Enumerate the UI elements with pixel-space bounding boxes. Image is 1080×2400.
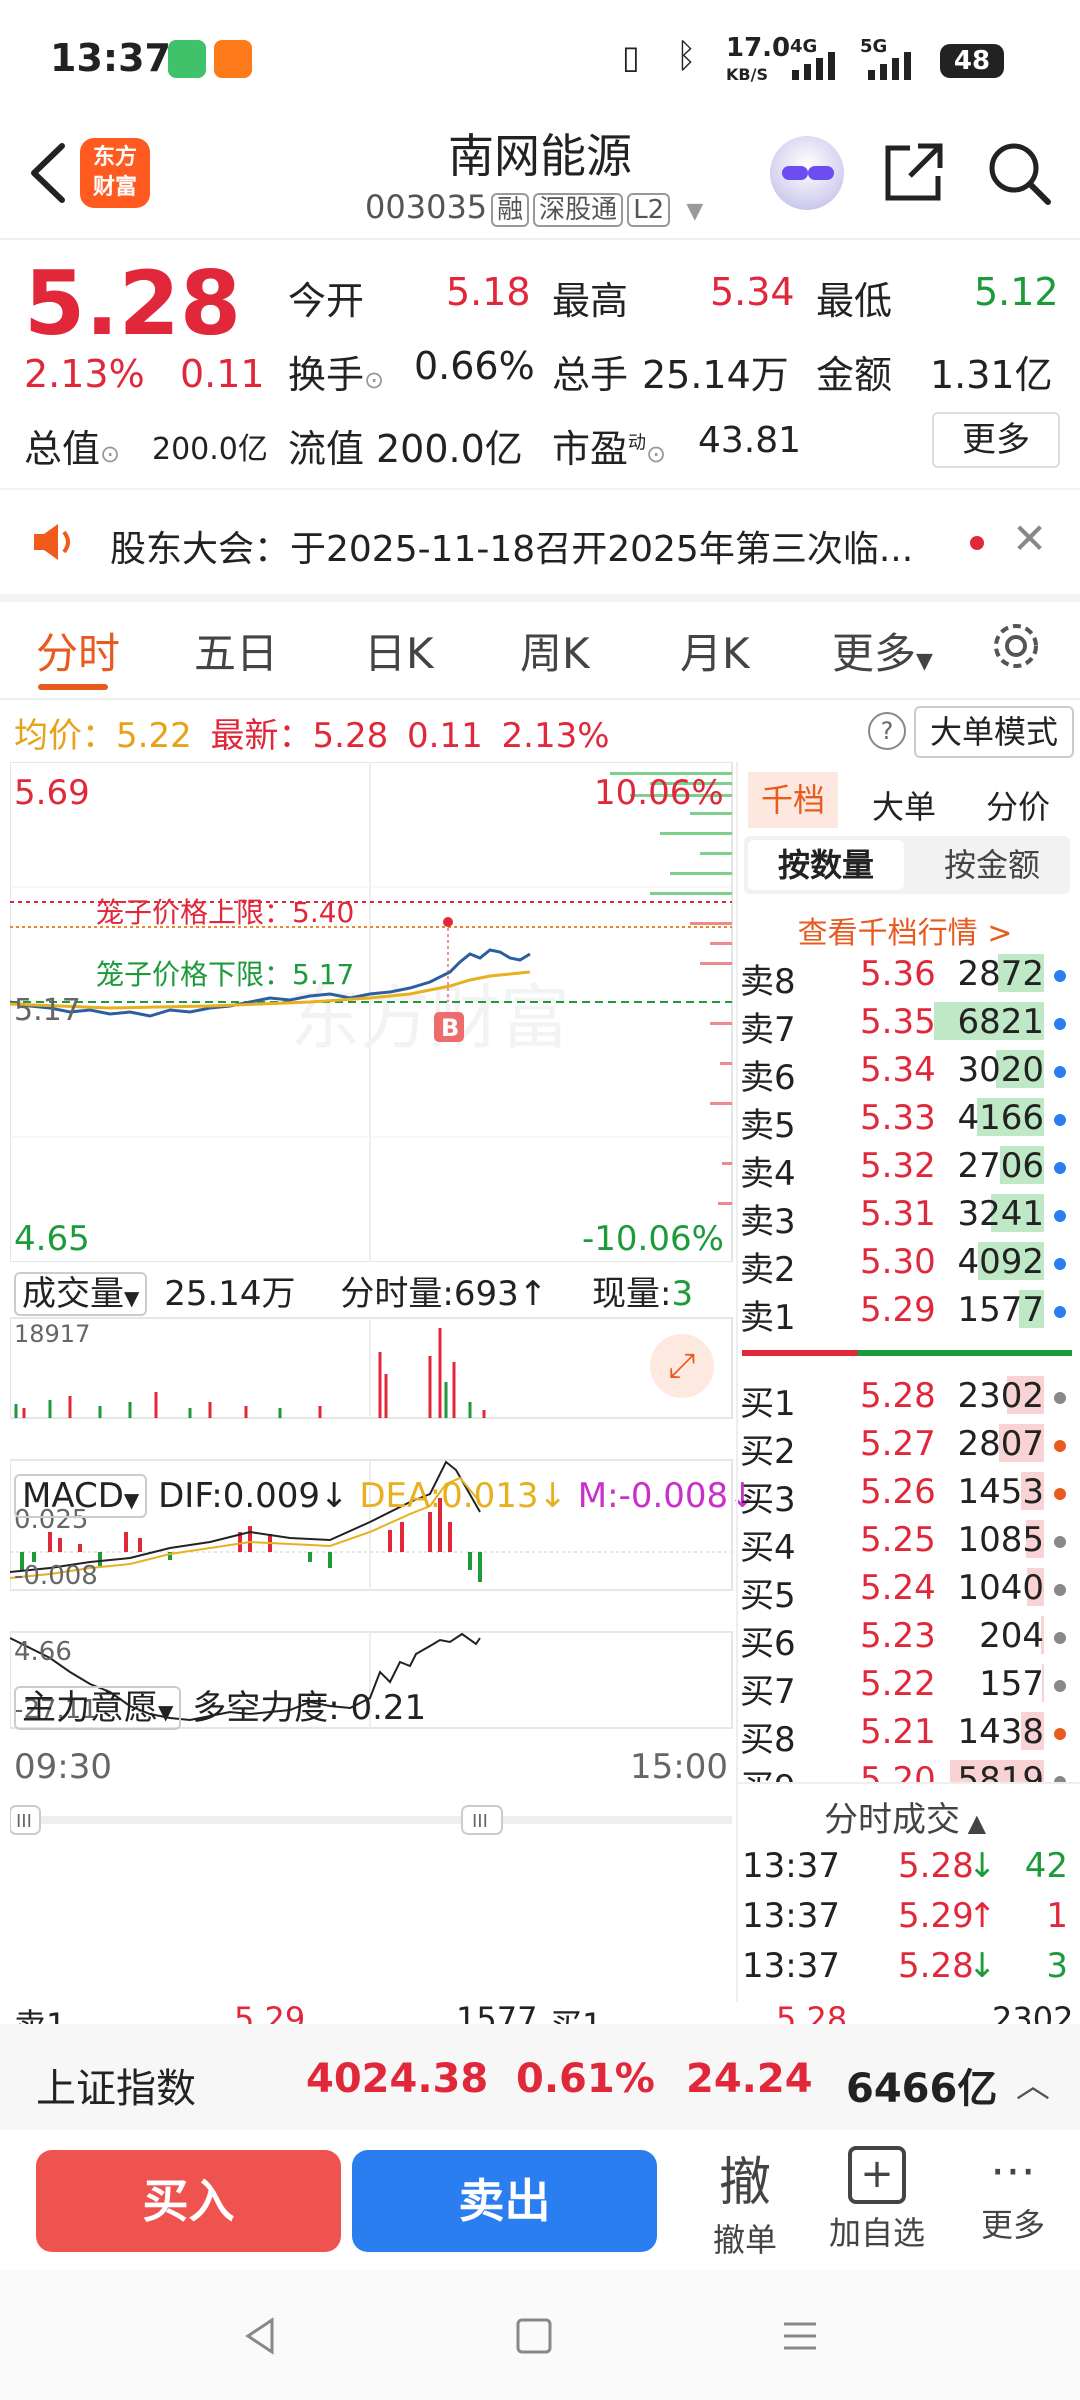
level-price: 5.25: [860, 1520, 936, 1560]
add-watchlist-label: 加自选: [828, 2214, 925, 2252]
trades-title[interactable]: 分时成交 ▲: [740, 1792, 1070, 1841]
bid-row[interactable]: 买6 5.23 204: [740, 1612, 1070, 1664]
cancel-order-label: 撤单: [712, 2221, 777, 2259]
level-label: 买9: [740, 1760, 796, 1782]
mini-sell-price: 5.29: [234, 2000, 306, 2024]
bid-row[interactable]: 买5 5.24 1040: [740, 1564, 1070, 1616]
level-volume: 1438: [957, 1712, 1044, 1752]
trade-volume: 3: [1046, 1946, 1068, 1986]
level-dot: [1054, 1488, 1066, 1500]
mini-quote-row: 卖1 5.29 1577 买1 5.28 2302: [0, 1996, 1080, 2024]
nav-back-icon[interactable]: [240, 2316, 280, 2356]
bid-row[interactable]: 买2 5.27 2807: [740, 1420, 1070, 1472]
level-label: 买2: [740, 1432, 796, 1472]
level-volume: 157: [979, 1664, 1044, 1704]
level-price: 5.22: [860, 1664, 936, 1704]
index-value: 4024.38: [306, 2056, 489, 2102]
add-watchlist-button[interactable]: + 加自选: [822, 2140, 932, 2254]
level-dot: [1054, 1440, 1066, 1452]
trade-volume: 1: [1046, 1896, 1068, 1936]
cancel-order-button[interactable]: 撤 撤单: [690, 2140, 800, 2261]
level-label: 买7: [740, 1672, 796, 1712]
level-dot: [1054, 1584, 1066, 1596]
trades-divider: [736, 1782, 1080, 1784]
trade-time: 13:37: [742, 1896, 840, 1936]
trade-price: 5.28: [898, 1946, 974, 1986]
bid-row[interactable]: 买7 5.22 157: [740, 1660, 1070, 1712]
index-chg: 24.24: [686, 2056, 813, 2102]
level-dot: [1054, 1392, 1066, 1404]
level-price: 5.20: [860, 1760, 936, 1782]
level-volume: 1453: [957, 1472, 1044, 1512]
level-price: 5.27: [860, 1424, 936, 1464]
level-dot: [1054, 1632, 1066, 1644]
level-price: 5.28: [860, 1376, 936, 1416]
trade-price: 5.29: [898, 1896, 974, 1936]
bid-row[interactable]: 买3 5.26 1453: [740, 1468, 1070, 1520]
level-label: 买5: [740, 1576, 796, 1616]
level-volume: 2302: [957, 1376, 1044, 1416]
svg-text:III: III: [472, 1811, 488, 1832]
level-label: 买8: [740, 1720, 796, 1760]
level-volume: 1085: [957, 1520, 1044, 1560]
level-label: 买1: [740, 1384, 796, 1424]
trade-time: 13:37: [742, 1846, 840, 1886]
more-actions-button[interactable]: ⋯ 更多: [958, 2140, 1068, 2246]
trade-arrow: ↓: [968, 1846, 997, 1886]
trade-volume: 42: [1024, 1846, 1068, 1886]
svg-text:III: III: [16, 1811, 32, 1832]
bid-row[interactable]: 买9 5.20 5819: [740, 1756, 1070, 1782]
index-amount: 6466亿: [846, 2066, 998, 2112]
level-price: 5.23: [860, 1616, 936, 1656]
chevron-up-icon[interactable]: ︿: [1016, 2058, 1050, 2107]
bid-row[interactable]: 买4 5.25 1085: [740, 1516, 1070, 1568]
nav-home-icon[interactable]: [514, 2316, 554, 2356]
level-dot: [1054, 1536, 1066, 1548]
level-label: 买3: [740, 1480, 796, 1520]
level-volume: 5819: [957, 1760, 1044, 1782]
mini-buy-vol: 2302: [992, 2000, 1074, 2024]
trade-arrow: ↓: [968, 1946, 997, 1986]
more-dots-icon: ⋯: [990, 2143, 1036, 2197]
level-volume: 2807: [957, 1424, 1044, 1464]
level-dot: [1054, 1680, 1066, 1692]
system-nav-bar: [0, 2270, 1080, 2400]
buy-button[interactable]: 买入: [36, 2150, 341, 2252]
mini-buy-price: 5.28: [776, 2000, 848, 2024]
index-pct: 0.61%: [516, 2056, 655, 2102]
level-label: 买4: [740, 1528, 796, 1568]
nav-menu-icon[interactable]: [780, 2316, 820, 2356]
sell-button[interactable]: 卖出: [352, 2150, 657, 2252]
trade-price: 5.28: [898, 1846, 974, 1886]
trade-arrow: ↑: [968, 1896, 997, 1936]
mini-sell-label: 卖1: [14, 2000, 66, 2024]
level-volume: 204: [979, 1616, 1044, 1656]
trade-time: 13:37: [742, 1946, 840, 1986]
level-price: 5.21: [860, 1712, 936, 1752]
level-price: 5.24: [860, 1568, 936, 1608]
bid-list: 买1 5.28 2302 买2 5.27 2807 买3 5.26 1453 买4 5.25 1085…: [0, 0, 1080, 1782]
bid-row[interactable]: 买1 5.28 2302: [740, 1372, 1070, 1424]
level-dot: [1054, 1728, 1066, 1740]
mini-buy-label: 买1: [550, 2000, 602, 2024]
cancel-glyph-icon: 撤: [718, 2153, 771, 2213]
index-ticker-bar[interactable]: 上证指数 4024.38 0.61% 24.24 6466亿 ︿: [0, 2024, 1080, 2130]
add-icon: +: [848, 2146, 906, 2204]
index-name: 上证指数: [36, 2066, 196, 2112]
bid-row[interactable]: 买8 5.21 1438: [740, 1708, 1070, 1760]
level-label: 买6: [740, 1624, 796, 1664]
level-price: 5.26: [860, 1472, 936, 1512]
more-actions-label: 更多: [980, 2206, 1045, 2244]
mini-sell-vol: 1577: [456, 2000, 538, 2024]
level-volume: 1040: [957, 1568, 1044, 1608]
